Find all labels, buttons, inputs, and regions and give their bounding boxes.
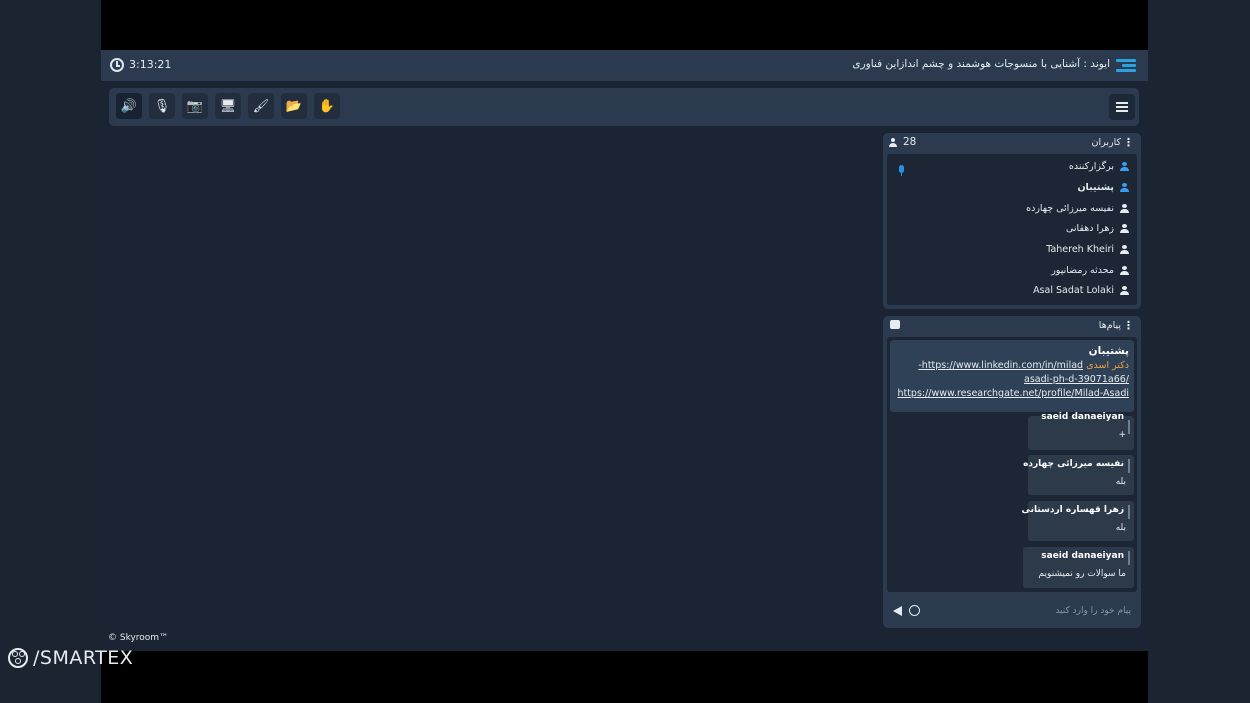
files-icon: 📂 (285, 98, 303, 114)
user-name: برگزارکننده (1068, 160, 1114, 172)
message-author: saeid danaeiyan (1041, 551, 1124, 561)
users-icon (889, 138, 900, 147)
message-bubble: saeid danaeiyan + (1028, 412, 1134, 450)
watermark-text: /SMARTEX (33, 647, 134, 669)
user-icon (1120, 223, 1129, 233)
pinned-prefix: دکتر اسدی (1086, 360, 1129, 371)
message-text: بله (1115, 477, 1126, 487)
messages-panel: پیام‌ها ⋮ saeid danaeiyan + پشتیبان دکتر… (883, 316, 1141, 628)
right-margin (1148, 0, 1250, 703)
user-icon (1120, 182, 1129, 192)
pinned-author: پشتیبان (1088, 345, 1129, 357)
main-area: 🔊 🎙 📷 🖥 🖌 📂 ✋ 28 کاربران ⋮ برگزارکننده پ… (101, 81, 1148, 651)
message-input-bar (887, 597, 1137, 624)
send-icon[interactable] (893, 606, 902, 616)
user-name: نفیسه میرزائی چهارده (1026, 202, 1114, 214)
user-row[interactable]: زهرا دهقانی (1066, 220, 1129, 236)
pinned-line-3: https://www.researchgate.net/profile/Mil… (895, 388, 1129, 399)
whiteboard-button[interactable]: 🖌 (248, 93, 274, 119)
copyright-text: © Skyroom™ (108, 633, 169, 643)
user-name: Asal Sadat Lolaki (1033, 284, 1114, 296)
researchgate-link[interactable]: https://www.researchgate.net/profile/Mil… (897, 388, 1129, 399)
emoji-icon[interactable] (909, 605, 920, 616)
message-author: نفیسه میرزائی چهارده (1023, 459, 1124, 469)
app-frame: 3:13:21 ایوند : آشنایی با منسوجات هوشمند… (101, 0, 1148, 703)
messages-panel-title: پیام‌ها (1098, 320, 1121, 331)
messages-panel-header: پیام‌ها ⋮ (883, 316, 1141, 336)
user-name: محدثه رمضانپور (1051, 264, 1114, 276)
pinned-line-1: دکتر اسدی https://www.linkedin.com/in/mi… (895, 360, 1129, 371)
user-name: پشتیبان (1077, 181, 1114, 193)
user-icon (1120, 244, 1129, 254)
user-row[interactable]: Tahereh Kheiri (1046, 241, 1129, 257)
chat-icon (890, 320, 900, 329)
mic-off-icon: 🎙 (153, 98, 171, 114)
users-count: 28 (903, 136, 917, 148)
camera-off-icon: 📷 (186, 98, 204, 114)
pinned-message: پشتیبان دکتر اسدی https://www.linkedin.c… (890, 340, 1134, 412)
users-list: برگزارکننده پشتیبان نفیسه میرزائی چهارده… (887, 154, 1137, 305)
speaker-button[interactable]: 🔊 (116, 93, 142, 119)
message-input[interactable] (927, 601, 1131, 620)
event-title: ایوند : آشنایی با منسوجات هوشمند و چشم ا… (852, 58, 1110, 70)
linkedin-link-continued[interactable]: /asadi-ph-d-39071a66 (1024, 374, 1129, 385)
smartex-logo-icon (8, 648, 28, 668)
user-icon (1120, 265, 1129, 275)
message-author: saeid danaeiyan (1041, 412, 1124, 422)
message-bubble: saeid danaeiyan ما سوالات رو نمیشنویم (1023, 547, 1134, 588)
raise-hand-button[interactable]: ✋ (314, 93, 340, 119)
user-name: زهرا دهقانی (1065, 222, 1114, 234)
microphone-icon (899, 165, 904, 176)
user-row[interactable]: Asal Sadat Lolaki (1033, 282, 1129, 298)
user-icon (1120, 161, 1129, 171)
message-author: زهرا قهساره اردستانی (1021, 505, 1124, 515)
message-text: + (1118, 430, 1126, 440)
pinned-line-2: /asadi-ph-d-39071a66 (895, 374, 1129, 385)
linkedin-link[interactable]: https://www.linkedin.com/in/milad- (918, 360, 1083, 371)
message-bubble: نفیسه میرزائی چهارده بله (1023, 455, 1134, 495)
user-name: Tahereh Kheiri (1046, 243, 1114, 255)
message-bubble: زهرا قهساره اردستانی بله (1021, 501, 1134, 541)
users-panel-header: 28 کاربران ⋮ (883, 133, 1141, 153)
message-text: بله (1115, 523, 1126, 533)
user-row[interactable]: نفیسه میرزائی چهارده (1026, 200, 1129, 216)
user-row-host[interactable]: برگزارکننده (1069, 158, 1129, 174)
user-row-support[interactable]: پشتیبان (1077, 179, 1129, 195)
user-row[interactable]: محدثه رمضانپور (1051, 262, 1129, 278)
message-text: ما سوالات رو نمیشنویم (1038, 569, 1126, 579)
raise-hand-icon: ✋ (318, 98, 336, 114)
clock-icon (110, 58, 124, 72)
skyroom-logo-icon (1116, 58, 1136, 72)
speaker-icon: 🔊 (120, 98, 138, 114)
left-margin (0, 0, 101, 703)
users-panel: 28 کاربران ⋮ برگزارکننده پشتیبان نفیسه م… (883, 133, 1141, 309)
user-icon (1120, 285, 1129, 295)
screen-share-icon: 🖥 (219, 98, 237, 114)
messages-panel-menu-icon[interactable]: ⋮ (1123, 319, 1134, 332)
messages-list: saeid danaeiyan + پشتیبان دکتر اسدی http… (887, 337, 1137, 592)
session-timer: 3:13:21 (129, 58, 172, 71)
title-bar: 3:13:21 ایوند : آشنایی با منسوجات هوشمند… (101, 50, 1148, 81)
watermark: /SMARTEX (8, 647, 133, 669)
microphone-button[interactable]: 🎙 (149, 93, 175, 119)
files-button[interactable]: 📂 (281, 93, 307, 119)
screen-share-button[interactable]: 🖥 (215, 93, 241, 119)
top-letterbox (101, 0, 1148, 50)
camera-button[interactable]: 📷 (182, 93, 208, 119)
users-panel-menu-icon[interactable]: ⋮ (1123, 136, 1134, 149)
toolbar: 🔊 🎙 📷 🖥 🖌 📂 ✋ (109, 88, 1139, 126)
brush-icon: 🖌 (252, 98, 270, 114)
menu-button[interactable] (1109, 94, 1135, 120)
user-icon (1120, 203, 1129, 213)
users-panel-title: کاربران (1091, 137, 1121, 148)
